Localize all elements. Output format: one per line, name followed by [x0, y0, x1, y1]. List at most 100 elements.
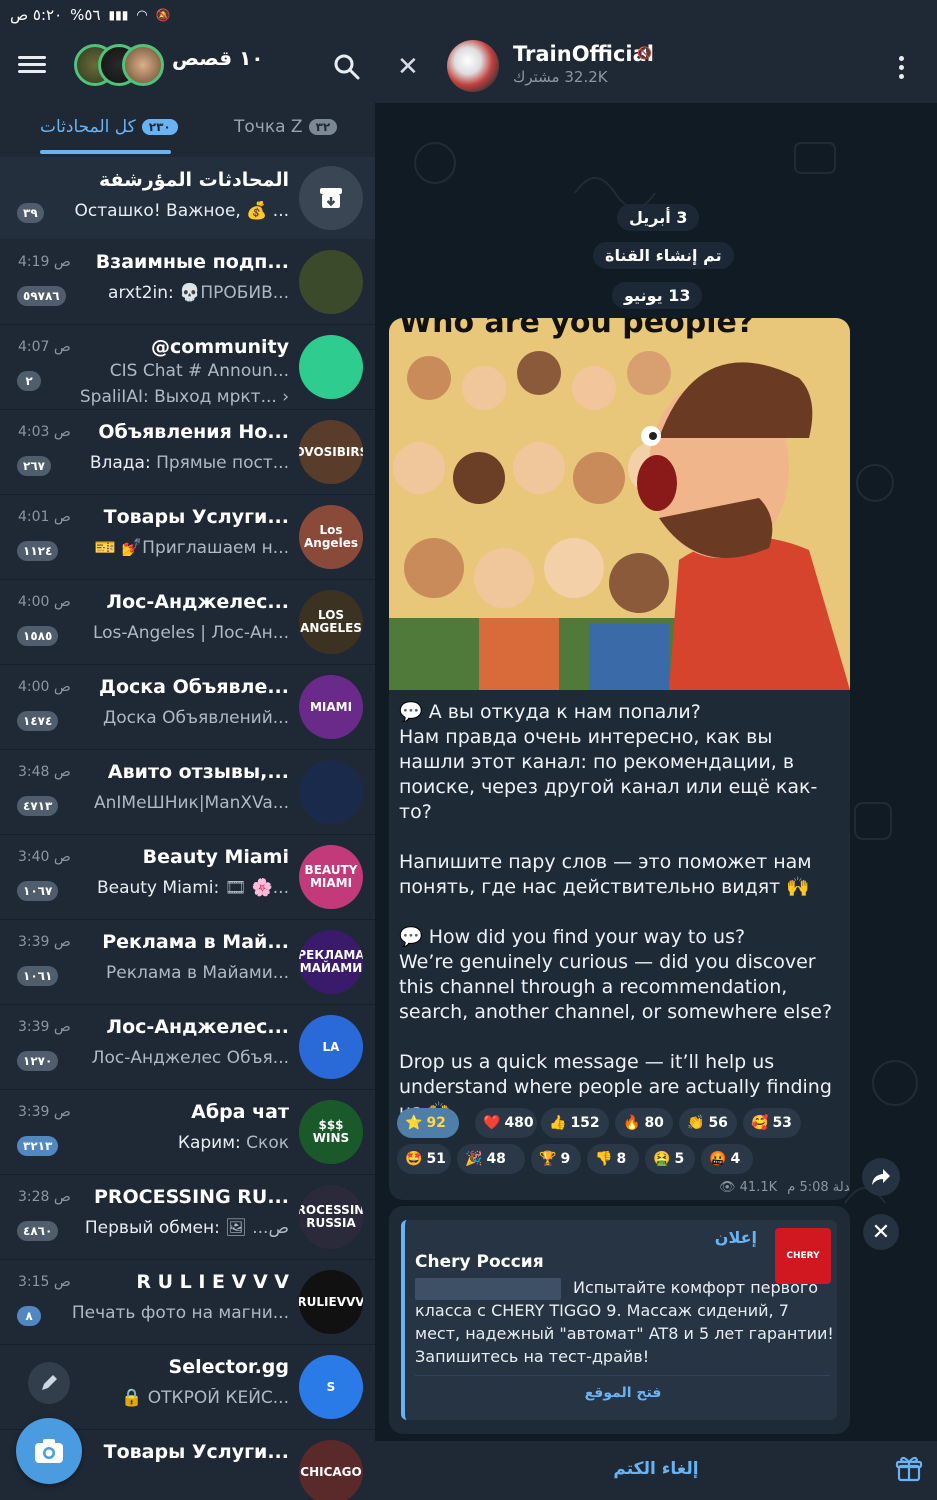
close-icon[interactable]: ✕	[397, 52, 419, 82]
unread-count: ١٥٨٥	[17, 626, 59, 646]
chat-title-text: Доска Объявле...	[99, 676, 289, 698]
chat-title-text: Лос-Анджелес...	[106, 591, 289, 613]
subscriber-count: 32.2K مشترك	[513, 68, 608, 86]
chat-row[interactable]: MIAMI Доска Объявле... Доска Объявлений...…	[0, 665, 375, 750]
new-story-button[interactable]	[16, 1418, 82, 1484]
chat-time: 4:00 ص	[18, 594, 71, 610]
reaction-chip[interactable]: 🤬 4	[701, 1144, 753, 1174]
service-message: تم إنشاء القناة	[593, 242, 734, 269]
reaction-chip[interactable]: 🤩 51	[397, 1144, 451, 1174]
channel-post[interactable]: Who are you people? 💬 А вы откуда к нам …	[389, 318, 850, 1200]
reaction-chip[interactable]: ⭐ 92	[397, 1108, 459, 1138]
chat-preview: Доска Объявлений...	[19, 708, 289, 728]
tab-label: Точка Z	[234, 117, 303, 137]
chat-row[interactable]: $$$ WINS Абра чат Карим: Скок 3:39 ص ٣٢١٣	[0, 1090, 375, 1175]
mute-icon: 🔕	[155, 8, 171, 22]
reaction-chip[interactable]: 🤮 5	[645, 1144, 695, 1174]
preview-text: Скок	[240, 1133, 289, 1153]
pencil-icon	[42, 1375, 57, 1390]
reaction-emoji: 👏	[687, 1115, 705, 1131]
chat-preview: 🎫 💅Приглашаем н...	[19, 538, 289, 558]
channel-avatar[interactable]	[447, 40, 499, 92]
sponsored-message[interactable]: إعلان CHERY Chery Россия Испытайте комфо…	[389, 1206, 850, 1434]
chat-row[interactable]: Взаимные подп... arxt2in: 💀ПРОБИВ... 4:19 …	[0, 240, 375, 325]
close-ad-icon[interactable]: ✕	[863, 1214, 899, 1250]
chat-time: 3:15 ص	[18, 1274, 71, 1290]
preview-text: Доска Объявлений...	[103, 708, 289, 728]
channel-title[interactable]: TrainOfficial	[513, 42, 654, 66]
chat-title-text: Товары Услуги...	[103, 1441, 289, 1463]
reaction-emoji: 🎉	[465, 1151, 483, 1167]
unmute-button[interactable]: إلغاء الكتم	[375, 1459, 937, 1479]
date-pill: 3 أبريل	[617, 204, 700, 231]
chat-title-text: Взаимные подп...	[95, 251, 289, 273]
preview-sender: Первый обмен:	[84, 1218, 220, 1238]
chat-avatar: $$$ WINS	[299, 1100, 363, 1164]
chat-row[interactable]: NOVOSIBIRSK Объявления Но... Влада: Прямые…	[0, 410, 375, 495]
unread-count: ٨	[17, 1306, 41, 1326]
chat-preview: Los-Angeles | Лос-Ан...	[19, 623, 289, 643]
chat-avatar	[299, 760, 363, 824]
ad-card[interactable]: إعلان CHERY Chery Россия Испытайте комфо…	[401, 1220, 837, 1420]
chat-row[interactable]: RULIEVVV R U L I E V V V Печать фото на ма…	[0, 1260, 375, 1345]
reaction-chip[interactable]: 🥰 53	[743, 1108, 801, 1138]
chat-time: 4:03 ص	[18, 424, 71, 440]
reaction-count: 48	[486, 1151, 506, 1167]
more-options-icon[interactable]	[899, 56, 907, 83]
chat-avatar	[299, 250, 363, 314]
menu-icon[interactable]	[18, 52, 46, 80]
stories-title[interactable]: ١٠ قصص	[172, 46, 263, 70]
chat-row[interactable]: LOS ANGELES Лос-Анджелес... Los-Angeles | …	[0, 580, 375, 665]
tab-label: كل المحادثات	[40, 117, 136, 137]
reaction-chip[interactable]: 🏆 9	[531, 1144, 581, 1174]
reaction-count: 8	[616, 1151, 627, 1167]
post-image[interactable]: Who are you people?	[389, 318, 850, 690]
reaction-chip[interactable]: ❤️ 480	[475, 1108, 537, 1138]
stories-avatars[interactable]	[74, 44, 164, 88]
unread-count: ٤٧١٣	[17, 796, 59, 816]
chat-time: 3:39 ص	[18, 1019, 71, 1035]
open-site-button[interactable]: فتح الموقع	[405, 1385, 841, 1401]
search-icon[interactable]	[332, 52, 362, 82]
compose-button[interactable]	[28, 1362, 70, 1404]
reaction-chip[interactable]: 👏 56	[679, 1108, 737, 1138]
chat-row[interactable]: Авито отзывы,... AnIMeШНик|ManXVa... 3:48 …	[0, 750, 375, 835]
edited-time: معدلة 5:08 م	[787, 1180, 850, 1195]
chat-avatar: LA	[299, 1015, 363, 1079]
reaction-emoji: 🥰	[751, 1115, 769, 1131]
status-time: ٥:٢٠ ص	[10, 6, 63, 24]
share-button[interactable]	[862, 1158, 900, 1196]
reaction-emoji: 🤮	[653, 1151, 671, 1167]
post-meta: 👁 41.1K معدلة 5:08 م	[719, 1180, 850, 1195]
divider	[415, 1375, 830, 1376]
chat-preview: Реклама в Майами...	[19, 963, 289, 983]
chat-time: 3:28 ص	[18, 1189, 71, 1205]
preview-text: CIS Chat # Announ...	[109, 361, 289, 381]
gift-icon[interactable]	[895, 1455, 923, 1483]
chat-avatar: LOS ANGELES	[299, 590, 363, 654]
chat-row[interactable]: LA Лос-Анджелес... Лос-Анджелес Объя... 3:3…	[0, 1005, 375, 1090]
reaction-chip[interactable]: 🎉 48	[457, 1144, 525, 1174]
chat-title-text: Товары Услуги...	[103, 506, 289, 528]
reaction-chip[interactable]: 🔥 80	[615, 1108, 673, 1138]
preview-text: Реклама в Майами...	[106, 963, 289, 983]
tab-count: ٣٢	[308, 119, 338, 135]
chat-time: 4:00 ص	[18, 679, 71, 695]
preview-text: 🎫 💅Приглашаем н...	[94, 538, 289, 558]
archived-chats-row[interactable]: المحادثات المؤرشفة Осташко! Важное, 💰 ..…	[0, 157, 375, 239]
chat-row[interactable]: BEAUTY MIAMI Beauty Miami Beauty Miami: 🎞 …	[0, 835, 375, 920]
chat-row[interactable]: РЕКЛАМА МАЙАМИ Реклама в Май... Реклама в …	[0, 920, 375, 1005]
story-avatar[interactable]	[122, 44, 164, 86]
tab-tochka-z[interactable]: Точка Z ٣٢	[234, 117, 338, 137]
chat-time: 3:39 ص	[18, 1104, 71, 1120]
chat-row[interactable]: Los Angeles Товары Услуги... 🎫 💅Приглашаем…	[0, 495, 375, 580]
chat-time: 3:48 ص	[18, 764, 71, 780]
reaction-chip[interactable]: 👍 152	[541, 1108, 609, 1138]
chat-row[interactable]: PROCESSING RUSSIA PROCESSING RU... Первый …	[0, 1175, 375, 1260]
chat-title-text: Реклама в Май...	[102, 931, 289, 953]
reaction-chip[interactable]: 👎 8	[587, 1144, 639, 1174]
tab-all-chats[interactable]: كل المحادثات ٢٣٠	[40, 117, 178, 137]
chat-row[interactable]: @community CIS Chat # Announ... SpaliIAI: …	[0, 325, 375, 410]
forward-icon	[872, 1169, 890, 1185]
chat-time: 3:40 ص	[18, 849, 71, 865]
